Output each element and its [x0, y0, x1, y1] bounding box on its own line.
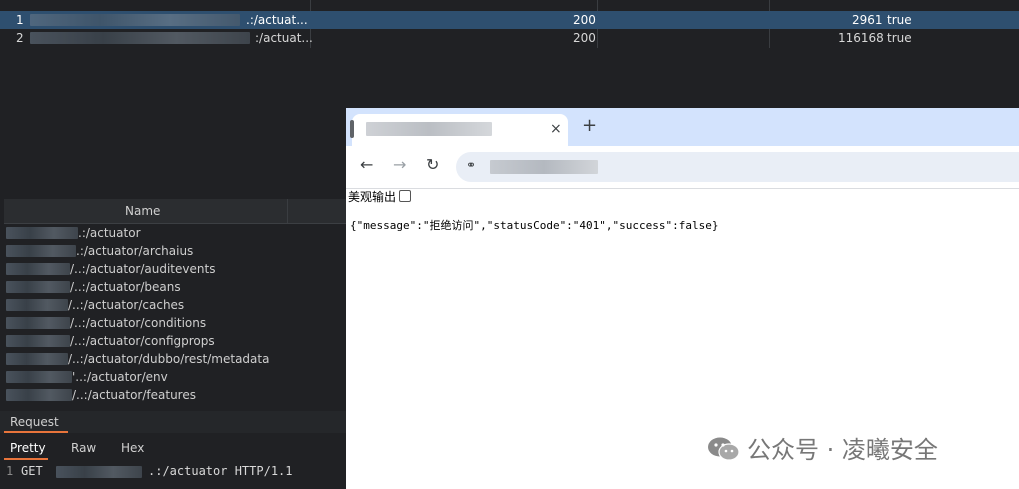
name-column-header[interactable]: Name: [4, 199, 348, 224]
list-item[interactable]: .:/actuator/archaius: [4, 242, 348, 260]
redacted-url: [490, 160, 598, 174]
pretty-print-label: 美观输出: [348, 190, 397, 204]
row-number: 2: [16, 31, 24, 45]
list-item[interactable]: /..:/actuator/beans: [4, 278, 348, 296]
list-item[interactable]: .:/actuator: [4, 224, 348, 242]
column-separator: [287, 199, 288, 223]
redacted-host: [56, 466, 142, 478]
pretty-print-checkbox[interactable]: [399, 190, 412, 202]
request-tab[interactable]: Request: [10, 415, 59, 429]
list-item[interactable]: /..:/actuator/conditions: [4, 314, 348, 332]
forward-icon[interactable]: →: [393, 155, 406, 174]
row-status: 200: [573, 31, 596, 45]
row-length: 116168: [838, 31, 884, 45]
list-item-label: /..:/actuator/features: [72, 388, 196, 402]
browser-tab[interactable]: ×: [350, 114, 568, 146]
browser-toolbar: ← → ↻ ⚭: [346, 146, 1019, 189]
list-item[interactable]: /..:/actuator/auditevents: [4, 260, 348, 278]
tab-hex[interactable]: Hex: [121, 441, 144, 455]
list-item-label: '..:/actuator/env: [72, 370, 168, 384]
line-number: 1: [6, 464, 14, 478]
site-info-icon[interactable]: ⚭: [466, 158, 476, 172]
list-item-label: /..:/actuator/dubbo/rest/metadata: [68, 352, 270, 366]
list-item[interactable]: /..:/actuator/configprops: [4, 332, 348, 350]
reload-icon[interactable]: ↻: [426, 155, 439, 174]
row-path: .:/actuat...: [246, 13, 308, 27]
list-item-label: /..:/actuator/configprops: [70, 334, 215, 348]
redacted-tab-title: [366, 122, 492, 136]
http-method: GET: [21, 464, 43, 478]
pretty-tab-underline: [4, 458, 48, 460]
redacted-host: [6, 299, 68, 311]
request-line[interactable]: 1 GET .:/actuator HTTP/1.1: [0, 462, 348, 480]
redacted-host: [30, 32, 250, 44]
new-tab-icon[interactable]: +: [582, 115, 597, 136]
list-item[interactable]: '..:/actuator/env: [4, 368, 348, 386]
row-flag: true: [887, 31, 912, 45]
watermark-text: 公众号 · 凌曦安全: [747, 436, 938, 464]
wechat-icon: [708, 437, 740, 461]
tab-edge: [350, 120, 354, 138]
redacted-host: [6, 281, 70, 293]
json-response: {"message":"拒绝访问","statusCode":"401","su…: [350, 219, 719, 232]
row-length: 2961: [852, 13, 883, 27]
close-icon[interactable]: ×: [550, 121, 562, 137]
back-icon[interactable]: ←: [360, 155, 373, 174]
name-header-label: Name: [125, 204, 161, 218]
redacted-host: [30, 14, 240, 26]
row-status: 200: [573, 13, 596, 27]
redacted-host: [6, 371, 72, 383]
results-row[interactable]: 1 .:/actuat... 200 2961 true: [0, 11, 1019, 29]
request-path: .:/actuator HTTP/1.1: [148, 464, 293, 478]
list-item[interactable]: /..:/actuator/features: [4, 386, 348, 404]
redacted-host: [6, 263, 70, 275]
list-item-label: .:/actuator: [78, 226, 141, 240]
watermark: 公众号 · 凌曦安全: [707, 430, 938, 465]
redacted-host: [6, 389, 72, 401]
list-item-label: /..:/actuator/conditions: [70, 316, 207, 330]
list-item-label: /..:/actuator/beans: [70, 280, 181, 294]
row-path: :/actuat...: [255, 31, 313, 45]
row-number: 1: [16, 13, 24, 27]
redacted-host: [6, 335, 70, 347]
request-tab-underline: [4, 431, 68, 433]
list-item-label: .:/actuator/archaius: [76, 244, 194, 258]
pretty-print-toggle[interactable]: 美观输出: [348, 188, 412, 205]
tab-pretty[interactable]: Pretty: [10, 441, 46, 455]
list-item-label: /..:/actuator/caches: [68, 298, 185, 312]
tab-raw[interactable]: Raw: [71, 441, 96, 455]
list-item-label: /..:/actuator/auditevents: [70, 262, 216, 276]
redacted-host: [6, 353, 68, 365]
row-flag: true: [887, 13, 912, 27]
results-row[interactable]: 2 :/actuat... 200 116168 true: [0, 29, 1019, 47]
list-item[interactable]: /..:/actuator/caches: [4, 296, 348, 314]
redacted-host: [6, 317, 70, 329]
redacted-host: [6, 227, 78, 239]
list-item[interactable]: /..:/actuator/dubbo/rest/metadata: [4, 350, 348, 368]
tab-strip: × +: [346, 108, 1019, 146]
redacted-host: [6, 245, 76, 257]
address-bar[interactable]: ⚭: [456, 152, 1019, 182]
